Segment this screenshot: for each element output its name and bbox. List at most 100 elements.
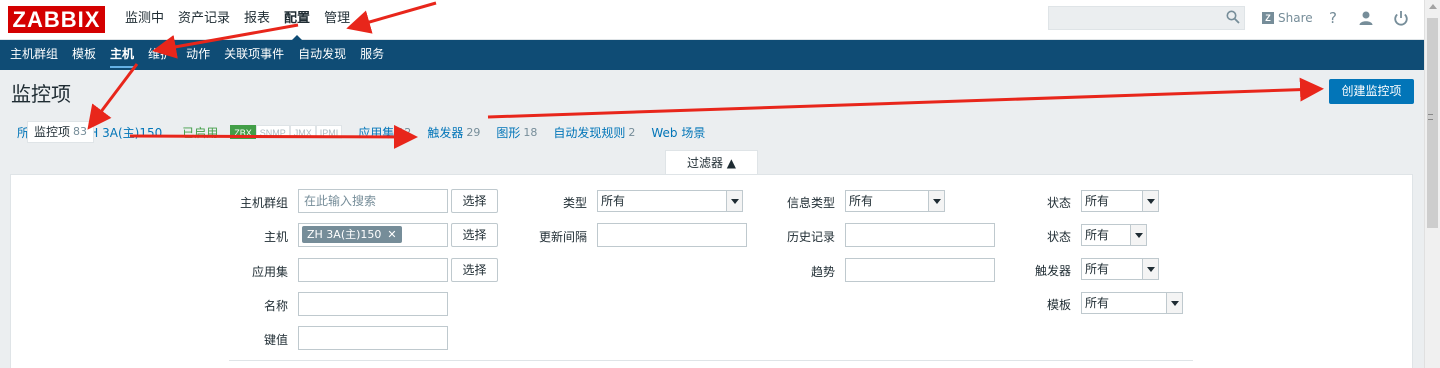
tab-count: 83 xyxy=(73,125,88,138)
annotation-arrow-create xyxy=(487,77,1324,119)
triggers-label: 触发器 xyxy=(1034,264,1071,278)
nav-reports[interactable]: 报表 xyxy=(237,0,277,40)
status-label: 状态 xyxy=(1046,230,1071,244)
zabbix-logo[interactable]: ZABBIX xyxy=(8,6,105,33)
tab-count: 29 xyxy=(466,125,481,139)
tab-label[interactable]: 监控项 xyxy=(34,122,70,142)
nav-inventory[interactable]: 资产记录 xyxy=(171,0,237,40)
update-interval-label: 更新间隔 xyxy=(538,230,587,244)
type-label: 类型 xyxy=(562,196,587,210)
host-status-enabled[interactable]: 已启用 xyxy=(182,124,218,141)
history-label: 历史记录 xyxy=(786,230,835,244)
subnav-hosts[interactable]: 主机 xyxy=(103,40,141,70)
status-value: 所有 xyxy=(1085,228,1110,242)
subnav-maintenance[interactable]: 维护 xyxy=(141,40,179,70)
top-bar: ZABBIX 监测中 资产记录 报表 配置 管理 Z Share ? xyxy=(0,0,1424,41)
tab-count: 18 xyxy=(523,125,538,139)
info-type-select[interactable]: 所有 xyxy=(845,190,945,212)
share-icon: Z xyxy=(1262,12,1274,24)
host-group-label: 主机群组 xyxy=(239,196,288,210)
host-label: 主机 xyxy=(263,230,288,244)
subnav-services[interactable]: 服务 xyxy=(353,40,391,70)
host-chip-label: ZH 3A(主)150 xyxy=(307,228,382,241)
page-title: 监控项 xyxy=(11,82,71,106)
share-button[interactable]: Z Share xyxy=(1262,11,1313,25)
scrollbar-thumb[interactable] xyxy=(1427,18,1438,228)
jmx-badge: JMX xyxy=(289,125,316,139)
subnav-actions[interactable]: 动作 xyxy=(179,40,217,70)
create-item-button[interactable]: 创建监控项 xyxy=(1329,79,1414,104)
key-input[interactable] xyxy=(298,326,448,350)
subnav-discovery[interactable]: 自动发现 xyxy=(291,40,353,70)
tab-applications[interactable]: 应用集 12 xyxy=(358,124,411,141)
tab-label[interactable]: Web 场景 xyxy=(651,124,705,141)
tab-discovery-rules[interactable]: 自动发现规则 2 xyxy=(553,124,635,141)
availability-badges: ZBX SNMP JMX IPMI xyxy=(230,125,343,139)
triggers-value: 所有 xyxy=(1085,262,1110,276)
zbx-badge: ZBX xyxy=(230,125,256,139)
application-input[interactable] xyxy=(298,258,448,282)
help-icon[interactable]: ? xyxy=(1325,10,1341,26)
chevron-down-icon xyxy=(1130,225,1146,245)
host-chip: ZH 3A(主)150 ✕ xyxy=(302,226,402,243)
host-nav: 所有主机 / ZH 3A(主)150 已启用 ZBX SNMP JMX IPMI… xyxy=(17,121,705,143)
tab-graphs[interactable]: 图形 18 xyxy=(496,124,537,141)
history-input[interactable] xyxy=(845,223,995,247)
nav-monitoring[interactable]: 监测中 xyxy=(118,0,171,40)
subnav-templates[interactable]: 模板 xyxy=(65,40,103,70)
scroll-up-arrow-icon[interactable] xyxy=(1429,4,1437,9)
template-select[interactable]: 所有 xyxy=(1081,292,1183,314)
filter-divider xyxy=(229,360,1193,361)
tab-count: 2 xyxy=(628,125,636,139)
state-select[interactable]: 所有 xyxy=(1081,190,1159,212)
chevron-down-icon xyxy=(1166,293,1182,313)
user-profile-icon[interactable] xyxy=(1358,10,1374,26)
search-input[interactable] xyxy=(1048,6,1245,30)
nav-configuration[interactable]: 配置 xyxy=(277,0,317,41)
ipmi-badge: IPMI xyxy=(315,125,343,139)
state-label: 状态 xyxy=(1046,196,1071,210)
logout-icon[interactable] xyxy=(1393,10,1409,26)
tab-label[interactable]: 图形 xyxy=(496,124,520,141)
type-value: 所有 xyxy=(601,194,626,208)
snmp-badge: SNMP xyxy=(255,125,290,139)
tab-label[interactable]: 自动发现规则 xyxy=(553,124,625,141)
remove-chip-icon[interactable]: ✕ xyxy=(387,226,396,243)
share-label: Share xyxy=(1278,11,1313,25)
name-input[interactable] xyxy=(298,292,448,316)
chevron-down-icon xyxy=(1142,191,1158,211)
key-label: 键值 xyxy=(263,333,288,347)
search-icon[interactable] xyxy=(1226,10,1240,24)
annotation-arrow-host xyxy=(87,63,139,130)
nav-administration[interactable]: 管理 xyxy=(317,0,357,40)
template-value: 所有 xyxy=(1085,296,1110,310)
status-select[interactable]: 所有 xyxy=(1081,224,1147,246)
state-value: 所有 xyxy=(1085,194,1110,208)
trends-label: 趋势 xyxy=(810,265,835,279)
tab-label[interactable]: 应用集 xyxy=(358,124,394,141)
update-interval-input[interactable] xyxy=(597,223,747,247)
host-select-button[interactable]: 选择 xyxy=(451,223,498,247)
tab-web-scenarios[interactable]: Web 场景 xyxy=(651,124,705,141)
host-group-input[interactable]: 在此输入搜索 xyxy=(298,189,448,213)
type-select[interactable]: 所有 xyxy=(597,190,743,212)
tab-count: 12 xyxy=(397,125,412,139)
subnav-host-groups[interactable]: 主机群组 xyxy=(3,40,65,70)
name-label: 名称 xyxy=(263,299,288,313)
info-type-value: 所有 xyxy=(849,194,874,208)
filter-toggle-tab[interactable]: 过滤器 ▲ xyxy=(665,150,758,175)
subnav-event-correlation[interactable]: 关联项事件 xyxy=(217,40,291,70)
template-label: 模板 xyxy=(1046,298,1071,312)
triggers-select[interactable]: 所有 xyxy=(1081,258,1159,280)
vertical-scrollbar[interactable] xyxy=(1424,0,1440,368)
tab-label[interactable]: 触发器 xyxy=(427,124,463,141)
tab-items[interactable]: 监控项 83 xyxy=(27,121,95,143)
application-label: 应用集 xyxy=(251,265,288,279)
application-select-button[interactable]: 选择 xyxy=(451,258,498,282)
trends-input[interactable] xyxy=(845,258,995,282)
main-nav: 监测中 资产记录 报表 配置 管理 xyxy=(118,0,357,41)
chevron-down-icon xyxy=(928,191,944,211)
chevron-down-icon xyxy=(726,191,742,211)
tab-triggers[interactable]: 触发器 29 xyxy=(427,124,480,141)
host-group-select-button[interactable]: 选择 xyxy=(451,189,498,213)
